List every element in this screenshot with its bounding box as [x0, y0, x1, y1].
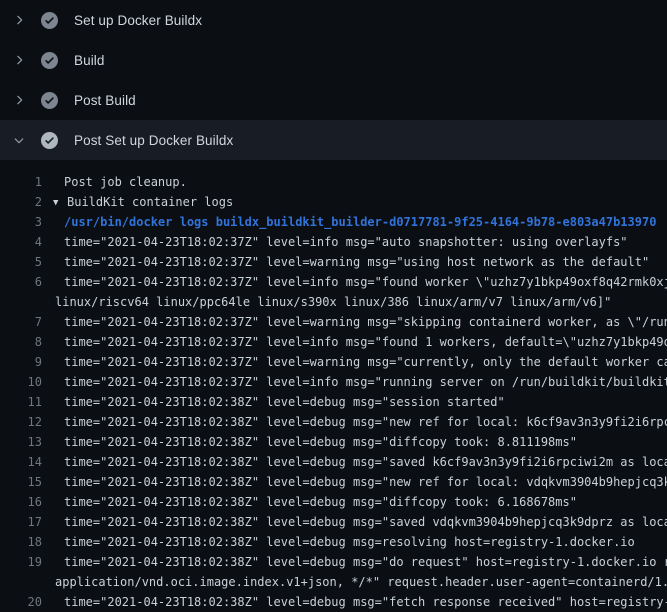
- log-line: 6 time="2021-04-23T18:02:37Z" level=info …: [0, 272, 667, 292]
- log-viewer: 1 Post job cleanup. 2 ▼BuildKit container l…: [0, 160, 667, 612]
- log-text: time="2021-04-23T18:02:37Z" level=warnin…: [53, 252, 667, 272]
- log-line-number[interactable]: 17: [0, 512, 42, 532]
- log-line-number: [0, 292, 42, 312]
- log-text: time="2021-04-23T18:02:37Z" level=info m…: [53, 372, 667, 392]
- log-line-number[interactable]: 15: [0, 472, 42, 492]
- chevron-right-icon[interactable]: [11, 52, 27, 68]
- log-line-number[interactable]: 20: [0, 592, 42, 612]
- step-row-build[interactable]: Build: [0, 40, 667, 80]
- log-text: time="2021-04-23T18:02:37Z" level=info m…: [53, 272, 667, 292]
- log-line: 19 time="2021-04-23T18:02:38Z" level=debu…: [0, 552, 667, 572]
- step-title: Post Build: [74, 93, 136, 108]
- log-line-number[interactable]: 18: [0, 532, 42, 552]
- check-circle-icon: [41, 52, 58, 69]
- log-line-number[interactable]: 6: [0, 272, 42, 292]
- log-line-number[interactable]: 2: [0, 192, 42, 212]
- chevron-down-icon[interactable]: [11, 132, 27, 148]
- log-text: time="2021-04-23T18:02:38Z" level=debug …: [53, 432, 667, 452]
- log-line: 13 time="2021-04-23T18:02:38Z" level=debu…: [0, 432, 667, 452]
- log-text: time="2021-04-23T18:02:37Z" level=info m…: [53, 332, 667, 352]
- log-text: application/vnd.oci.image.index.v1+json,…: [53, 572, 667, 592]
- log-line-number[interactable]: 4: [0, 232, 42, 252]
- log-line: 18 time="2021-04-23T18:02:38Z" level=debu…: [0, 532, 667, 552]
- log-text: time="2021-04-23T18:02:38Z" level=debug …: [53, 552, 667, 572]
- chevron-right-icon[interactable]: [11, 92, 27, 108]
- chevron-right-icon[interactable]: [11, 12, 27, 28]
- log-text: time="2021-04-23T18:02:38Z" level=debug …: [53, 392, 667, 412]
- step-title: Post Set up Docker Buildx: [74, 133, 233, 148]
- log-line-number[interactable]: 8: [0, 332, 42, 352]
- log-text: linux/riscv64 linux/ppc64le linux/s390x …: [53, 292, 667, 312]
- log-line-number[interactable]: 5: [0, 252, 42, 272]
- step-row-post-build[interactable]: Post Build: [0, 80, 667, 120]
- log-line-number[interactable]: 13: [0, 432, 42, 452]
- step-list: Set up Docker Buildx Build Post Build Post …: [0, 0, 667, 160]
- check-circle-icon: [41, 132, 58, 149]
- log-text: Post job cleanup.: [53, 172, 667, 192]
- log-line-number[interactable]: 7: [0, 312, 42, 332]
- log-line-number[interactable]: 11: [0, 392, 42, 412]
- log-line: 9 time="2021-04-23T18:02:37Z" level=warni…: [0, 352, 667, 372]
- log-text: time="2021-04-23T18:02:38Z" level=debug …: [53, 472, 667, 492]
- log-line-number: [0, 572, 42, 592]
- log-line: linux/riscv64 linux/ppc64le linux/s390x …: [0, 292, 667, 312]
- log-line: 14 time="2021-04-23T18:02:38Z" level=debu…: [0, 452, 667, 472]
- log-line: application/vnd.oci.image.index.v1+json,…: [0, 572, 667, 592]
- log-command-text: /usr/bin/docker logs buildx_buildkit_bui…: [53, 212, 667, 232]
- log-text: time="2021-04-23T18:02:38Z" level=debug …: [53, 592, 667, 612]
- log-line: 12 time="2021-04-23T18:02:38Z" level=debu…: [0, 412, 667, 432]
- log-line: 17 time="2021-04-23T18:02:38Z" level=debu…: [0, 512, 667, 532]
- step-row-set-up-docker-buildx[interactable]: Set up Docker Buildx: [0, 0, 667, 40]
- check-circle-icon: [41, 12, 58, 29]
- log-line: 8 time="2021-04-23T18:02:37Z" level=info …: [0, 332, 667, 352]
- log-line: 16 time="2021-04-23T18:02:38Z" level=debu…: [0, 492, 667, 512]
- log-text: time="2021-04-23T18:02:38Z" level=debug …: [53, 492, 667, 512]
- log-text: time="2021-04-23T18:02:37Z" level=warnin…: [53, 352, 667, 372]
- log-text: time="2021-04-23T18:02:38Z" level=debug …: [53, 452, 667, 472]
- log-line: 20 time="2021-04-23T18:02:38Z" level=debu…: [0, 592, 667, 612]
- log-line-number[interactable]: 19: [0, 552, 42, 572]
- log-line-number[interactable]: 10: [0, 372, 42, 392]
- log-line: 5 time="2021-04-23T18:02:37Z" level=warni…: [0, 252, 667, 272]
- check-circle-icon: [41, 92, 58, 109]
- log-line: 4 time="2021-04-23T18:02:37Z" level=info …: [0, 232, 667, 252]
- log-line: 10 time="2021-04-23T18:02:37Z" level=info…: [0, 372, 667, 392]
- log-line-number[interactable]: 1: [0, 172, 42, 192]
- log-line: 11 time="2021-04-23T18:02:38Z" level=debu…: [0, 392, 667, 412]
- step-title: Build: [74, 53, 105, 68]
- log-group-toggle[interactable]: ▼BuildKit container logs: [53, 192, 667, 212]
- log-text: time="2021-04-23T18:02:38Z" level=debug …: [53, 532, 667, 552]
- log-text: time="2021-04-23T18:02:37Z" level=warnin…: [53, 312, 667, 332]
- log-line: 7 time="2021-04-23T18:02:37Z" level=warni…: [0, 312, 667, 332]
- actions-log-viewer: Set up Docker Buildx Build Post Build Post …: [0, 0, 667, 600]
- log-line-number[interactable]: 12: [0, 412, 42, 432]
- log-line: 2 ▼BuildKit container logs: [0, 192, 667, 212]
- group-collapse-arrow-icon[interactable]: ▼: [53, 193, 67, 212]
- log-text: time="2021-04-23T18:02:38Z" level=debug …: [53, 412, 667, 432]
- log-line: 1 Post job cleanup.: [0, 172, 667, 192]
- log-text: time="2021-04-23T18:02:38Z" level=debug …: [53, 512, 667, 532]
- log-line-number[interactable]: 16: [0, 492, 42, 512]
- step-row-post-set-up-docker-buildx[interactable]: Post Set up Docker Buildx: [0, 120, 667, 160]
- log-line-number[interactable]: 14: [0, 452, 42, 472]
- log-group-label: BuildKit container logs: [67, 195, 233, 209]
- log-line: 15 time="2021-04-23T18:02:38Z" level=debu…: [0, 472, 667, 492]
- log-line: 3/usr/bin/docker logs buildx_buildkit_bu…: [0, 212, 667, 232]
- log-line-number[interactable]: 3: [0, 212, 42, 232]
- log-text: time="2021-04-23T18:02:37Z" level=info m…: [53, 232, 667, 252]
- log-line-number[interactable]: 9: [0, 352, 42, 372]
- step-title: Set up Docker Buildx: [74, 13, 202, 28]
